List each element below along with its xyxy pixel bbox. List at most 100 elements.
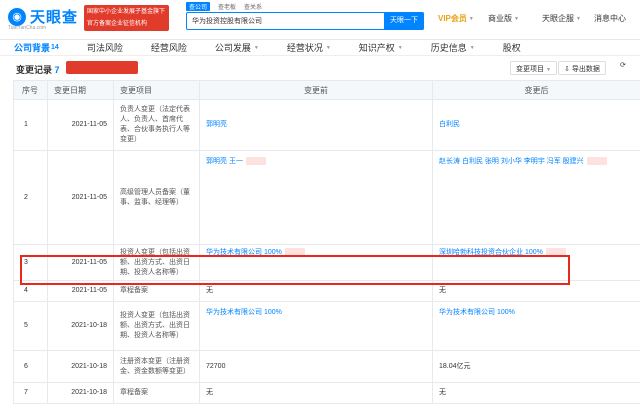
search-type-tabs: 查公司 查老板 查关系 xyxy=(186,2,262,11)
cell-seq: 2 xyxy=(13,150,48,245)
search-tab-boss[interactable]: 查老板 xyxy=(218,2,236,11)
chevron-down-icon: ▼ xyxy=(397,44,403,51)
company-link[interactable]: 华为技术有限公司 100% xyxy=(206,309,282,316)
section-count: 7 xyxy=(54,65,60,75)
col-date: 变更日期 xyxy=(47,80,114,100)
col-after: 变更后 xyxy=(432,80,640,100)
nav-vip[interactable]: VIP会员 ▼ xyxy=(438,13,474,24)
section-badge xyxy=(66,61,138,74)
person-link[interactable]: 白利民 xyxy=(439,121,460,128)
tab-history[interactable]: 历史信息 ▼ xyxy=(417,41,489,54)
logo-text: 天眼查 xyxy=(30,9,79,26)
export-data-button[interactable]: ⇩ 导出数据 xyxy=(558,61,606,75)
redacted-tag xyxy=(284,248,305,257)
table-row: 6 2021-10-18 注册资本变更（注册资金、资金数额等变更） 72700 … xyxy=(13,350,640,383)
search-button[interactable]: 天眼一下 xyxy=(384,12,424,30)
cell-after: 无 xyxy=(432,280,640,302)
company-link[interactable]: 深圳哈勃科技投资合伙企业 100% xyxy=(439,249,543,256)
cell-date: 2021-11-05 xyxy=(47,244,114,281)
more-icon[interactable]: ⟳ xyxy=(620,61,626,69)
table-row: 5 2021-10-18 投资人变更（包括出资额、出资方式、出资日期、投资人名称… xyxy=(13,301,640,351)
chevron-down-icon: ▼ xyxy=(468,15,474,22)
top-header: ◉ 天眼查 TianYanCha.com 国家中小企业发展子基金旗下 官方备案企… xyxy=(0,0,640,40)
cell-before: 华为技术有限公司 100% xyxy=(199,301,433,351)
promo-banner[interactable]: 国家中小企业发展子基金旗下 官方备案企业征信机构 xyxy=(84,5,169,31)
nav-messages-label: 消息中心 xyxy=(594,14,626,23)
banner-line-1: 国家中小企业发展子基金旗下 xyxy=(87,9,166,15)
cell-date: 2021-11-05 xyxy=(47,150,114,245)
cell-seq: 4 xyxy=(13,280,48,302)
cell-item: 负责人变更（法定代表人、负责人、首席代表、合伙事务执行人等变更） xyxy=(113,99,200,151)
tab-business-status[interactable]: 经营状况 ▼ xyxy=(273,41,345,54)
cell-item: 注册资本变更（注册资金、资金数额等变更） xyxy=(113,350,200,383)
search-input[interactable] xyxy=(187,13,409,29)
nav-product-label: 商业版 xyxy=(488,14,512,23)
table-row: 4 2021-11-05 章程备案 无 无 xyxy=(13,280,640,302)
cell-after: 18.04亿元 xyxy=(432,350,640,383)
tab-equity[interactable]: 股权 xyxy=(489,41,535,54)
cell-before: 72700 xyxy=(199,350,433,383)
redacted-tag xyxy=(545,248,566,257)
table-row: 2 2021-11-05 高级管理人员备案（董事、监事、经理等） 郭明亮 王一 … xyxy=(13,150,640,245)
cell-date: 2021-10-18 xyxy=(47,350,114,383)
chevron-down-icon: ▼ xyxy=(469,44,475,51)
cell-after: 赵长涛 白利民 张明 刘小华 李明宇 冯军 殷建兴 xyxy=(432,150,640,245)
col-seq: 序号 xyxy=(13,80,48,100)
chevron-down-icon: ▼ xyxy=(576,15,581,22)
cell-before: 郭明亮 王一 xyxy=(199,150,433,245)
cell-before: 华为技术有限公司 100% xyxy=(199,244,433,281)
change-item-filter[interactable]: 变更项目 ▼ xyxy=(510,61,557,75)
company-tabs: 公司背景 14 司法风险 经营风险 公司发展 ▼ 经营状况 ▼ 知识产权 ▼ 历史信息 ▼… xyxy=(0,40,640,56)
tab-company-background[interactable]: 公司背景 14 xyxy=(0,41,73,54)
chevron-down-icon: ▼ xyxy=(325,44,331,51)
tab-business-risk[interactable]: 经营风险 xyxy=(137,41,201,54)
cell-seq: 7 xyxy=(13,382,48,404)
cell-before: 郭明亮 xyxy=(199,99,433,151)
tab-intellectual-property[interactable]: 知识产权 ▼ xyxy=(345,41,417,54)
nav-product[interactable]: 商业版 ▼ xyxy=(488,13,519,24)
person-link[interactable]: 郭明亮 王一 xyxy=(206,158,243,165)
cell-before: 无 xyxy=(199,280,433,302)
redacted-tag xyxy=(245,157,266,166)
table-row: 7 2021-10-18 章程备案 无 无 xyxy=(13,382,640,404)
logo-subtitle: TianYanCha.com xyxy=(8,25,47,31)
table-row: 1 2021-11-05 负责人变更（法定代表人、负责人、首席代表、合伙事务执行… xyxy=(13,99,640,151)
site-logo[interactable]: ◉ 天眼查 xyxy=(8,6,78,27)
nav-enterprise[interactable]: 天眼企服 ▼ xyxy=(542,13,581,24)
cell-item: 投资人变更（包括出资额、出资方式、出资日期、投资人名称等） xyxy=(113,301,200,351)
cell-before: 无 xyxy=(199,382,433,404)
nav-messages[interactable]: 消息中心 xyxy=(594,13,626,24)
chevron-down-icon: ▼ xyxy=(545,67,551,73)
tab-legal-risk[interactable]: 司法风险 xyxy=(73,41,137,54)
redacted-tag xyxy=(586,157,607,166)
section-title: 变更记录 7 xyxy=(16,65,60,75)
cell-after: 深圳哈勃科技投资合伙企业 100% xyxy=(432,244,640,281)
person-link[interactable]: 郭明亮 xyxy=(206,121,227,128)
cell-item: 高级管理人员备案（董事、监事、经理等） xyxy=(113,150,200,245)
col-item: 变更项目 xyxy=(113,80,200,100)
cell-seq: 3 xyxy=(13,244,48,281)
cell-date: 2021-10-18 xyxy=(47,382,114,404)
search-tab-relation[interactable]: 查关系 xyxy=(244,2,262,11)
cell-item: 章程备案 xyxy=(113,382,200,404)
banner-line-2: 官方备案企业征信机构 xyxy=(87,21,148,27)
cell-item: 投资人变更（包括出资额、出资方式、出资日期、投资人名称等） xyxy=(113,244,200,281)
search-tab-company[interactable]: 查公司 xyxy=(186,2,211,11)
table-header-row: 序号 变更日期 变更项目 变更前 变更后 xyxy=(13,80,640,100)
person-link[interactable]: 赵长涛 白利民 张明 刘小华 李明宇 冯军 殷建兴 xyxy=(439,158,584,165)
vip-label: VIP会员 xyxy=(438,14,467,23)
change-records-table: 序号 变更日期 变更项目 变更前 变更后 1 2021-11-05 负责人变更（… xyxy=(13,80,640,404)
cell-seq: 1 xyxy=(13,99,48,151)
table-row: 3 2021-11-05 投资人变更（包括出资额、出资方式、出资日期、投资人名称… xyxy=(13,244,640,281)
col-before: 变更前 xyxy=(199,80,433,100)
company-link[interactable]: 华为技术有限公司 100% xyxy=(439,309,515,316)
change-records-section-header: 变更记录 7 变更项目 ▼ ⇩ 导出数据 ⟳ xyxy=(0,58,640,78)
logo-eye-icon: ◉ xyxy=(8,7,26,26)
download-icon: ⇩ xyxy=(564,66,570,73)
nav-enterprise-label: 天眼企服 xyxy=(542,14,574,23)
cell-after: 无 xyxy=(432,382,640,404)
cell-item: 章程备案 xyxy=(113,280,200,302)
cell-seq: 5 xyxy=(13,301,48,351)
tab-company-development[interactable]: 公司发展 ▼ xyxy=(201,41,273,54)
company-link[interactable]: 华为技术有限公司 100% xyxy=(206,249,282,256)
